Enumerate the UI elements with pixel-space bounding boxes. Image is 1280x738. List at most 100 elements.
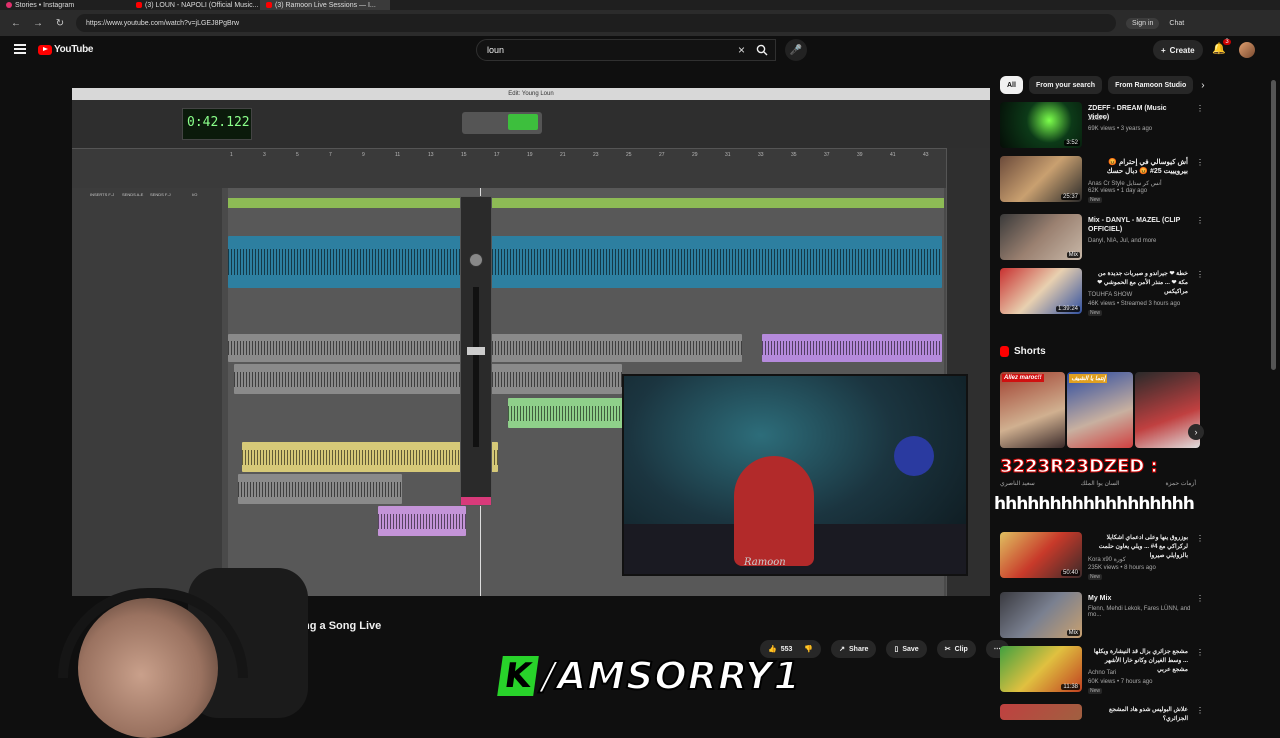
- daw-fader-strip: [460, 196, 492, 506]
- recommendation-item[interactable]: 25:37 أش كيوسالي في إحترام 😡 بيرويييت 25…: [1000, 156, 1204, 208]
- producer-figure: [734, 456, 814, 566]
- clear-icon[interactable]: ×: [738, 43, 745, 57]
- tab-napoli[interactable]: (3) LOUN - NAPOLI (Official Music...: [130, 0, 260, 10]
- plus-icon: +: [1161, 45, 1166, 55]
- ruler-tick: 29: [692, 152, 698, 158]
- chevron-right-icon[interactable]: ›: [1201, 80, 1204, 91]
- ruler-tick: 17: [494, 152, 500, 158]
- youtube-logo[interactable]: YouTube: [38, 44, 94, 55]
- thumbs-down-icon[interactable]: 👎: [804, 645, 813, 653]
- chat-overlay-line: hhhhhhhhhhhhhhhhhhhhhhhh: [994, 494, 1194, 514]
- youtube-icon: [266, 2, 272, 8]
- ruler-tick: 33: [758, 152, 764, 158]
- video-title: ing a Song Live: [300, 620, 382, 632]
- bell-icon[interactable]: 🔔 3: [1212, 39, 1231, 55]
- duration: Mix: [1066, 252, 1080, 258]
- back-icon[interactable]: ←: [10, 18, 22, 29]
- recommendation-item[interactable]: Mix My Mix Flenn, Mehdi Lekok, Fares LÜN…: [1000, 592, 1204, 644]
- share-label: Share: [849, 645, 869, 653]
- tab-ramoon[interactable]: (3) Ramoon Live Sessions — I...: [260, 0, 390, 10]
- chat-overlay-line: 3223R23DZED :: [1000, 456, 1159, 478]
- more-vert-icon[interactable]: ⋮: [1196, 706, 1204, 715]
- new-badge: New: [1088, 310, 1103, 316]
- menu-icon[interactable]: [14, 44, 26, 54]
- new-badge: New: [1088, 197, 1103, 203]
- mixer-label: INSERTS F-J: [90, 192, 115, 197]
- chat-name: السان يوا الملك: [1080, 481, 1120, 487]
- browser-tab-bar: Stories • Instagram (3) LOUN - NAPOLI (O…: [0, 0, 1280, 10]
- ruler-tick: 21: [560, 152, 566, 158]
- fader-cap: [467, 347, 485, 355]
- tab-label: Stories • Instagram: [15, 1, 75, 9]
- audio-clip: [762, 334, 942, 362]
- ruler-tick: 13: [428, 152, 434, 158]
- duration: 50:40: [1060, 570, 1080, 576]
- chip-all[interactable]: All: [1000, 76, 1023, 94]
- chevron-right-icon[interactable]: ›: [1188, 424, 1204, 440]
- recommendation-item[interactable]: 3:52 ZDEFF - DREAM (Music Video) ZDEFF 6…: [1000, 102, 1204, 154]
- daw-toolbar: 0:42.122: [72, 100, 990, 148]
- bookmark-icon: ▯: [894, 646, 899, 653]
- browser-signin-button[interactable]: Sign in: [1126, 17, 1160, 29]
- reco-channel: Kora x90 كورة: [1088, 557, 1126, 563]
- more-vert-icon[interactable]: ⋮: [1196, 648, 1204, 657]
- logo-text: YouTube: [54, 44, 94, 55]
- short-item[interactable]: Allez maroc!!: [1000, 372, 1066, 448]
- audio-clip: [238, 474, 402, 504]
- page-scrollbar[interactable]: [1271, 80, 1276, 370]
- more-vert-icon[interactable]: ⋮: [1196, 104, 1204, 113]
- recommendation-item[interactable]: 11:38 مشجع جزائري بزال قد النيشارة ويكله…: [1000, 646, 1204, 698]
- mic-icon[interactable]: 🎤: [785, 39, 807, 61]
- reco-channel: Achno Tari: [1088, 670, 1117, 676]
- clip-button[interactable]: ✂ Clip: [936, 640, 976, 658]
- knob: [469, 253, 483, 267]
- play-indicator: [508, 114, 538, 130]
- kick-handle: /AMSORRY1: [541, 653, 801, 699]
- webcam-overlay: Ramoon: [622, 374, 968, 576]
- more-vert-icon[interactable]: ⋮: [1196, 534, 1204, 543]
- ruler-tick: 15: [461, 152, 467, 158]
- ruler-tick: 23: [593, 152, 599, 158]
- more-vert-icon[interactable]: ⋮: [1196, 216, 1204, 225]
- thumbnail: [1000, 704, 1082, 720]
- save-label: Save: [902, 645, 919, 653]
- recommendation-item[interactable]: 50:40 بوزروق ينها وعلى ادعماي اشكايلا لر…: [1000, 532, 1204, 584]
- thumbnail: Mix: [1000, 214, 1082, 260]
- reco-title: Mix - DANYL - MAZEL (CLIP OFFICIEL): [1088, 217, 1181, 233]
- recommendation-item[interactable]: 1:39:24 خطة ❤ جيراندو و صبريات جديدة من …: [1000, 268, 1204, 320]
- ruler-tick: 1: [230, 152, 233, 158]
- forward-icon[interactable]: →: [32, 18, 44, 29]
- recommendation-item[interactable]: علاش البوليس شدو هاد المشجع الجزائري؟ ⋮: [1000, 704, 1204, 722]
- new-badge: New: [1088, 688, 1103, 694]
- tempo-lane: [228, 198, 944, 208]
- reco-meta: 69K views • 3 years ago: [1088, 126, 1153, 132]
- more-vert-icon[interactable]: ⋮: [1196, 270, 1204, 279]
- search-button[interactable]: [746, 39, 778, 61]
- create-button[interactable]: + Create: [1153, 40, 1203, 60]
- reco-meta: 60K views • 7 hours ago: [1088, 679, 1153, 685]
- tab-instagram[interactable]: Stories • Instagram: [0, 0, 130, 10]
- url-field[interactable]: https://www.youtube.com/watch?v=jLGEJ8Pg…: [76, 14, 1116, 32]
- recommendation-item[interactable]: Mix Mix - DANYL - MAZEL (CLIP OFFICIEL) …: [1000, 214, 1204, 266]
- search-input[interactable]: loun ×: [476, 39, 776, 61]
- duration: 11:38: [1061, 684, 1080, 690]
- browser-chat-button[interactable]: Chat: [1169, 20, 1184, 27]
- reco-title: My Mix: [1088, 595, 1112, 602]
- video-player[interactable]: Edit: Young Loun 0:42.122 1 3 5 7 9 11 13 15 17 1…: [72, 88, 990, 596]
- reco-channel: TOUHFA SHOW: [1088, 292, 1133, 298]
- reload-icon[interactable]: ↻: [54, 18, 66, 29]
- chip-from-search[interactable]: From your search: [1028, 76, 1103, 94]
- avatar[interactable]: [1239, 42, 1255, 58]
- share-button[interactable]: ↗ Share: [831, 640, 877, 658]
- shorts-shelf: Allez maroc!! إنتما يا الشيف: [1000, 372, 1200, 448]
- duration: 25:37: [1060, 194, 1080, 200]
- ruler-tick: 37: [824, 152, 830, 158]
- chip-from-channel[interactable]: From Ramoon Studio: [1108, 76, 1194, 94]
- instagram-icon: [6, 2, 12, 8]
- more-vert-icon[interactable]: ⋮: [1196, 158, 1204, 167]
- short-item[interactable]: إنتما يا الشيف: [1067, 372, 1133, 448]
- ruler-tick: 41: [890, 152, 896, 158]
- more-vert-icon[interactable]: ⋮: [1196, 594, 1204, 603]
- ruler-tick: 19: [527, 152, 533, 158]
- save-button[interactable]: ▯ Save: [886, 640, 927, 658]
